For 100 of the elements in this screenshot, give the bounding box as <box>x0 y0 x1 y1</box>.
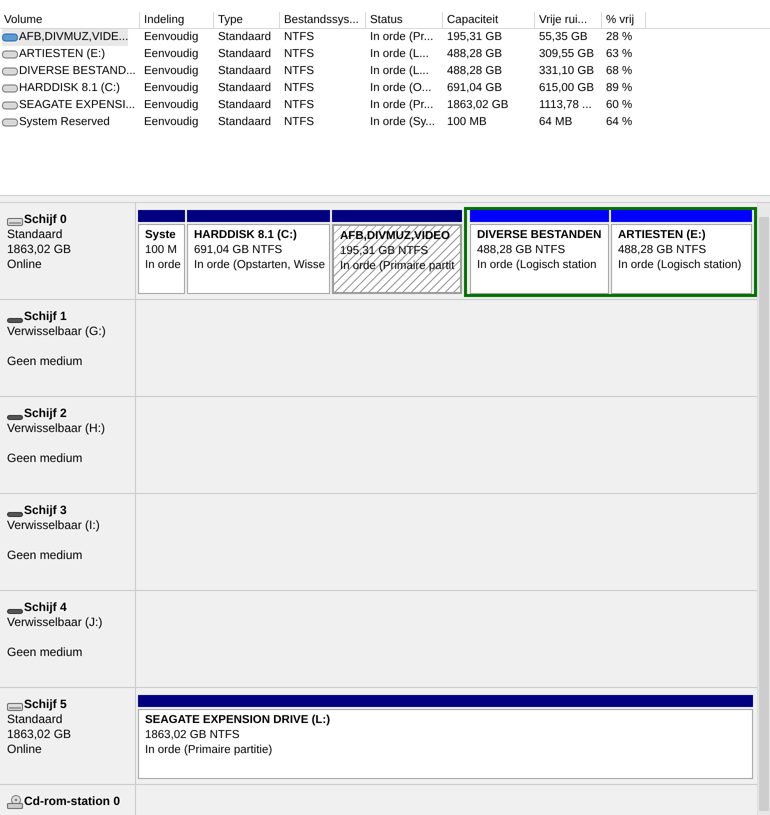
table-cell-text: Standaard <box>217 64 272 79</box>
disk-name: Schijf 3 <box>24 503 67 518</box>
disk-state: Geen medium <box>7 645 84 660</box>
disk-name: Schijf 4 <box>24 600 67 615</box>
volume-row[interactable]: DIVERSE BESTAND... <box>2 63 136 80</box>
column-header[interactable]: Capaciteit <box>443 12 535 29</box>
table-cell-text: In orde (Pr... <box>369 30 434 45</box>
table-cell-text: 28 % <box>605 30 634 45</box>
column-header[interactable]: Vrije rui... <box>535 12 602 29</box>
volume-row[interactable]: System Reserved <box>2 114 110 131</box>
table-cell-text: In orde (Sy... <box>369 115 436 130</box>
table-cell-text: Standaard <box>217 30 272 45</box>
drive-icon <box>7 609 23 615</box>
disk-name: Schijf 0 <box>24 212 67 227</box>
table-cell-text: Eenvoudig <box>143 81 200 96</box>
table-cell-text: 195,31 GB <box>446 30 503 45</box>
table-cell-text: 1113,78 ... <box>538 98 593 113</box>
partition-status: In orde <box>145 258 182 273</box>
table-cell-text: 331,10 GB <box>538 64 595 79</box>
volume-icon <box>2 84 18 93</box>
volume-icon <box>2 50 18 59</box>
volume-icon <box>2 101 18 110</box>
table-cell-text: 691,04 GB <box>446 81 503 96</box>
drive-icon <box>7 512 23 518</box>
table-cell-text: Standaard <box>217 115 272 130</box>
partition-size: 100 M <box>145 243 178 258</box>
table-cell-text: 60 % <box>605 98 634 113</box>
table-cell-text: In orde (L... <box>369 47 430 62</box>
column-header[interactable]: Status <box>366 12 443 29</box>
partition-status: In orde (Opstarten, Wisse <box>194 258 326 273</box>
partition-title: AFB,DIVMUZ,VIDEO <box>340 229 451 244</box>
partition-status: In orde (Logisch station <box>477 258 598 273</box>
partition-title: HARDDISK 8.1 (C:) <box>194 228 298 243</box>
volume-row[interactable]: HARDDISK 8.1 (C:) <box>2 80 120 97</box>
column-header[interactable]: Indeling <box>140 12 214 29</box>
disk-name: Schijf 1 <box>24 309 67 324</box>
volume-icon <box>2 118 18 127</box>
table-cell-text: 488,28 GB <box>446 64 503 79</box>
table-cell-text: NTFS <box>283 81 316 96</box>
disk-state: Geen medium <box>7 451 84 466</box>
table-cell-text: NTFS <box>283 47 316 62</box>
volume-icon <box>2 67 18 76</box>
disk-name: Schijf 2 <box>24 406 67 421</box>
disk-state: Geen medium <box>7 548 84 563</box>
column-header[interactable]: % vrij <box>602 12 646 29</box>
partition-status: In orde (Primaire partit <box>340 259 456 274</box>
partition-header-bar <box>138 210 185 222</box>
table-cell-text: 68 % <box>605 64 634 79</box>
disk-size: 1863,02 GB <box>7 242 72 257</box>
disk-name: Cd-rom-station 0 <box>24 794 120 809</box>
table-cell-text: Eenvoudig <box>143 115 200 130</box>
table-cell-text: 615,00 GB <box>538 81 595 96</box>
drive-icon <box>7 318 23 324</box>
partition-title: SEAGATE EXPENSION DRIVE (L:) <box>145 713 332 728</box>
table-cell-text: 89 % <box>605 81 634 96</box>
disk-type: Verwisselbaar (G:) <box>7 324 107 339</box>
column-header[interactable]: Type <box>214 12 280 29</box>
disk-state: Geen medium <box>7 354 84 369</box>
table-cell-text: Eenvoudig <box>143 64 200 79</box>
table-cell-text: 488,28 GB <box>446 47 503 62</box>
partition-size: 691,04 GB NTFS <box>194 243 284 258</box>
table-cell-text: Eenvoudig <box>143 30 200 45</box>
disk-type: Verwisselbaar (I:) <box>7 518 101 533</box>
partition-title: ARTIESTEN (E:) <box>618 228 707 243</box>
partition-title: Syste <box>145 228 177 243</box>
partition-status: In orde (Primaire partitie) <box>145 743 274 758</box>
disk-type: Verwisselbaar (H:) <box>7 421 106 436</box>
table-cell-text: NTFS <box>283 98 316 113</box>
table-cell-text: NTFS <box>283 115 316 130</box>
disc-drive-icon <box>7 795 23 809</box>
volume-icon <box>2 33 18 42</box>
disk-state: Online <box>7 742 43 757</box>
table-cell-text: 55,35 GB <box>538 30 589 45</box>
drive-icon <box>7 415 23 421</box>
table-cell-text: 64 MB <box>538 115 574 130</box>
disk-type: Standaard <box>7 227 64 242</box>
disk-size: 1863,02 GB <box>7 727 72 742</box>
volume-row[interactable]: ARTIESTEN (E:) <box>2 46 106 63</box>
partition-size: 488,28 GB NTFS <box>618 243 708 258</box>
disk-type: Verwisselbaar (J:) <box>7 615 104 630</box>
table-cell-text: In orde (O... <box>369 81 432 96</box>
volume-row[interactable]: AFB,DIVMUZ,VIDE... <box>2 29 128 46</box>
table-cell-text: 1863,02 GB <box>446 98 510 113</box>
partition-title: DIVERSE BESTANDEN <box>477 228 602 243</box>
disk-state: Online <box>7 257 43 272</box>
table-cell-text: 63 % <box>605 47 634 62</box>
table-cell-text: Standaard <box>217 81 272 96</box>
table-cell-text: NTFS <box>283 30 316 45</box>
partition-size: 488,28 GB NTFS <box>477 243 566 258</box>
column-header[interactable]: Bestandssys... <box>280 12 366 29</box>
table-cell-text: Standaard <box>217 98 272 113</box>
volume-row[interactable]: SEAGATE EXPENSI... <box>2 97 136 114</box>
table-cell-text: 100 MB <box>446 115 488 130</box>
disk-name: Schijf 5 <box>24 697 67 712</box>
table-cell-text: NTFS <box>283 64 316 79</box>
table-cell-text: In orde (Pr... <box>369 98 434 113</box>
table-cell-text: 64 % <box>605 115 634 130</box>
table-cell-text: 309,55 GB <box>538 47 595 62</box>
table-cell-text: Eenvoudig <box>143 98 200 113</box>
disk-type: Standaard <box>7 712 64 727</box>
